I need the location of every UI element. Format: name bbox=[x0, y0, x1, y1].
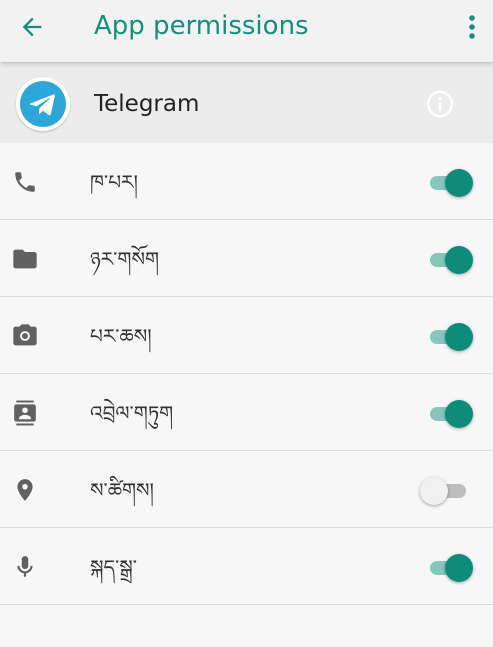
contacts-icon bbox=[10, 398, 40, 428]
permission-row-storage[interactable]: ཉར་གསོག bbox=[0, 220, 493, 297]
camera-icon bbox=[10, 321, 40, 351]
phone-icon bbox=[10, 167, 40, 197]
permission-toggle[interactable] bbox=[420, 476, 476, 506]
permission-label: ཉར་གསོག bbox=[90, 247, 160, 271]
permission-list: ཁ་པར། ཉར་གསོག པར་ཆས། འབྲེལ་གཏུག ས་ཚིགས། … bbox=[0, 143, 493, 605]
info-icon bbox=[426, 90, 454, 118]
permission-row-location[interactable]: ས་ཚིགས། bbox=[0, 451, 493, 528]
permission-toggle[interactable] bbox=[428, 245, 476, 275]
permission-label: སྐད་སྒྲ་ bbox=[90, 555, 137, 579]
permission-label: ཁ་པར། bbox=[90, 170, 138, 194]
permission-toggle[interactable] bbox=[428, 322, 476, 352]
permission-label: པར་ཆས། bbox=[90, 324, 152, 348]
permission-toggle[interactable] bbox=[428, 399, 476, 429]
arrow-left-icon bbox=[22, 17, 42, 37]
microphone-icon bbox=[10, 552, 40, 582]
overflow-menu-button[interactable] bbox=[458, 9, 486, 45]
folder-icon bbox=[10, 244, 40, 274]
permission-toggle[interactable] bbox=[428, 553, 476, 583]
app-bar: App permissions bbox=[0, 0, 493, 62]
permission-label: ས་ཚིགས། bbox=[90, 478, 154, 502]
app-info-button[interactable] bbox=[426, 90, 454, 118]
permission-row-microphone[interactable]: སྐད་སྒྲ་ bbox=[0, 528, 493, 605]
more-vert-icon bbox=[469, 15, 475, 39]
permission-label: འབྲེལ་གཏུག bbox=[90, 401, 174, 425]
location-icon bbox=[10, 475, 40, 505]
telegram-icon bbox=[16, 77, 70, 131]
permission-row-phone[interactable]: ཁ་པར། bbox=[0, 143, 493, 220]
page-title: App permissions bbox=[94, 11, 309, 41]
back-button[interactable] bbox=[14, 9, 50, 45]
app-header: Telegram bbox=[0, 65, 493, 143]
permission-row-contacts[interactable]: འབྲེལ་གཏུག bbox=[0, 374, 493, 451]
app-name: Telegram bbox=[94, 91, 200, 117]
permission-toggle[interactable] bbox=[428, 168, 476, 198]
permission-row-camera[interactable]: པར་ཆས། bbox=[0, 297, 493, 374]
